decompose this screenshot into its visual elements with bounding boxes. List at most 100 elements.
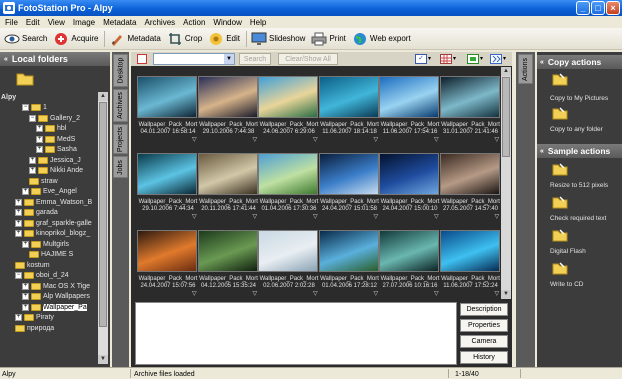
thumbnail-item[interactable]: Wallpaper_Pack_Mort 01.04.2006 17:28:12 ▽ xyxy=(315,222,385,299)
scroll-down-arrow-icon[interactable]: ▼ xyxy=(98,355,108,364)
expand-node-icon[interactable]: + xyxy=(22,303,29,311)
tree-item[interactable]: + Mac OS X Tige xyxy=(22,281,90,291)
expand-node-icon[interactable]: + xyxy=(22,240,29,248)
thumbnail-menu-chevron-icon[interactable]: ▽ xyxy=(495,136,500,143)
thumbnail-image[interactable] xyxy=(439,76,500,118)
thumbnail-item[interactable]: Wallpaper_Pack_Mort 29.10.2006 7:44:34 ▽ xyxy=(133,145,203,222)
clear-show-all-button[interactable]: Clear/Show All xyxy=(278,53,338,65)
dropdown-arrow-icon[interactable]: ▾ xyxy=(453,55,456,62)
thumbnail-image[interactable] xyxy=(197,230,258,272)
tree-item[interactable]: Alpy xyxy=(1,92,16,102)
expand-node-icon[interactable]: + xyxy=(29,156,36,164)
sort-icon[interactable] xyxy=(490,54,502,64)
thumbnail-image[interactable] xyxy=(318,76,379,118)
expand-node-icon[interactable]: + xyxy=(15,219,22,227)
menu-help[interactable]: Help xyxy=(246,18,270,27)
tree-item[interactable]: + Multgirls xyxy=(22,239,69,249)
description-button[interactable]: Description xyxy=(460,303,508,316)
folder-tree-scrollbar[interactable]: ▲ ▼ xyxy=(98,92,108,364)
action-copy-to-any-folder[interactable]: Copy to any folder xyxy=(539,106,621,138)
thumbnail-image[interactable] xyxy=(137,76,197,118)
menu-file[interactable]: File xyxy=(1,18,22,27)
menu-archives[interactable]: Archives xyxy=(140,18,179,27)
maximize-button[interactable]: □ xyxy=(591,1,605,15)
thumbnail-image[interactable] xyxy=(258,76,318,118)
history-button[interactable]: History xyxy=(460,351,508,364)
thumbnail-item[interactable]: Wallpaper_Pack_Mort 29.10.2006 7:44:38 ▽ xyxy=(194,68,264,145)
menu-action[interactable]: Action xyxy=(179,18,209,27)
thumbnail-item[interactable]: Wallpaper_Pack_Mort 11.06.2007 17:52:24 ▽ xyxy=(436,222,506,299)
tab-desktop[interactable]: Desktop xyxy=(113,54,128,87)
crop-button[interactable]: Crop xyxy=(165,29,206,49)
action-write-to-cd[interactable]: Write to CD xyxy=(539,261,621,293)
action-digital-flash[interactable]: Digital Flash xyxy=(539,228,621,260)
tree-item[interactable]: + hbl xyxy=(36,124,66,134)
dropdown-arrow-icon[interactable]: ▼ xyxy=(224,54,234,64)
thumbnail-item[interactable]: Wallpaper_Pack_Mort 20.11.2006 17:41:44 ▽ xyxy=(194,145,264,222)
sample-actions-header[interactable]: « Sample actions xyxy=(537,144,622,158)
tab-actions[interactable]: Actions xyxy=(518,54,533,84)
tab-projects[interactable]: Projects xyxy=(113,124,128,154)
menu-edit[interactable]: Edit xyxy=(22,18,44,27)
scroll-up-arrow-icon[interactable]: ▲ xyxy=(98,92,108,101)
tree-item[interactable]: природа xyxy=(15,323,54,333)
menu-view[interactable]: View xyxy=(44,18,69,27)
action-check-required-text[interactable]: Check required text xyxy=(539,195,621,227)
thumbnail-menu-chevron-icon[interactable]: ▽ xyxy=(495,290,500,297)
tree-item[interactable]: + MedS xyxy=(36,134,75,144)
tree-item[interactable]: + kinoprikol_blogz_ xyxy=(15,229,90,239)
properties-button[interactable]: Properties xyxy=(460,319,508,332)
tree-item[interactable]: − oboi_d_24 xyxy=(15,271,69,281)
menu-image[interactable]: Image xyxy=(69,18,99,27)
metadata-button[interactable]: Metadata xyxy=(107,29,164,49)
tree-item[interactable]: + Nikki Ande xyxy=(29,166,83,176)
thumbnail-item[interactable]: Wallpaper_Pack_Mort 04.01.2007 16:58:14 ▽ xyxy=(133,68,203,145)
tree-item[interactable]: −1 xyxy=(22,103,47,113)
thumbnail-image[interactable] xyxy=(197,76,258,118)
expand-node-icon[interactable]: + xyxy=(15,198,22,206)
scroll-up-arrow-icon[interactable]: ▲ xyxy=(501,67,511,76)
expand-node-icon[interactable]: + xyxy=(22,282,29,290)
dropdown-arrow-icon[interactable]: ▾ xyxy=(428,55,431,62)
thumbnail-image[interactable] xyxy=(379,153,439,195)
thumbnail-image[interactable] xyxy=(318,153,379,195)
thumbnail-item[interactable]: Wallpaper_Pack_Mort 24.04.2007 15:01:58 ▽ xyxy=(315,145,385,222)
thumbnail-item[interactable]: Wallpaper_Pack_Mort 24.06.2007 6:29:06 ▽ xyxy=(254,68,324,145)
folder-icon[interactable] xyxy=(16,72,34,88)
thumbnail-item[interactable]: Wallpaper_Pack_Mort 04.12.2005 15:35:24 ▽ xyxy=(194,222,264,299)
tree-item[interactable]: + Piraty xyxy=(15,313,54,323)
collapse-node-icon[interactable]: − xyxy=(15,272,22,279)
thumbnail-image[interactable] xyxy=(258,153,318,195)
search-tool-button[interactable]: Search xyxy=(2,29,51,49)
tree-item[interactable]: straw xyxy=(29,176,58,186)
thumbnail-scrollbar[interactable]: ▲ ▼ xyxy=(501,67,511,299)
tree-item[interactable]: − Gallery_2 xyxy=(29,113,80,123)
web-export-button[interactable]: Web export xyxy=(350,29,415,49)
menu-window[interactable]: Window xyxy=(209,18,245,27)
info-text-area[interactable] xyxy=(135,302,457,365)
tree-item[interactable]: + Jessica_J xyxy=(29,155,81,165)
menu-metadata[interactable]: Metadata xyxy=(99,18,140,27)
thumbnail-item[interactable]: Wallpaper_Pack_Mort 27.05.2007 14:57:40 ▽ xyxy=(436,145,506,222)
tree-item[interactable]: + Eve_Angel xyxy=(22,187,77,197)
thumbnail-item[interactable]: Wallpaper_Pack_Mort 01.04.2006 17:30:36 ▽ xyxy=(254,145,324,222)
thumbnail-item[interactable]: Wallpaper_Pack_Mort 24.04.2007 15:07:56 ▽ xyxy=(133,222,203,299)
acquire-button[interactable]: Acquire xyxy=(51,29,102,49)
expand-node-icon[interactable]: + xyxy=(22,293,29,300)
dropdown-arrow-icon[interactable]: ▾ xyxy=(480,55,483,62)
local-folders-header[interactable]: « Local folders xyxy=(0,52,110,66)
scroll-thumb[interactable] xyxy=(99,102,107,327)
close-button[interactable]: × xyxy=(606,1,620,15)
thumbnail-item[interactable]: Wallpaper_Pack_Mort 31.01.2007 21:41:46 ▽ xyxy=(436,68,506,145)
thumbnail-image[interactable] xyxy=(379,230,439,272)
tree-item[interactable]: + Sasha xyxy=(36,145,77,155)
search-button[interactable]: Search xyxy=(239,53,271,65)
thumbnail-item[interactable]: Wallpaper_Pack_Mort 11.06.2007 17:54:16 ▽ xyxy=(375,68,445,145)
expand-node-icon[interactable]: + xyxy=(15,230,22,237)
camera-button[interactable]: Camera xyxy=(460,335,508,348)
tree-item[interactable]: kostum xyxy=(15,260,50,270)
dropdown-arrow-icon[interactable]: ▾ xyxy=(503,55,506,62)
expand-node-icon[interactable]: + xyxy=(22,188,29,195)
tree-item[interactable]: + garada xyxy=(15,208,58,218)
action-resize-512[interactable]: Resize to 512 pixels xyxy=(539,162,621,194)
